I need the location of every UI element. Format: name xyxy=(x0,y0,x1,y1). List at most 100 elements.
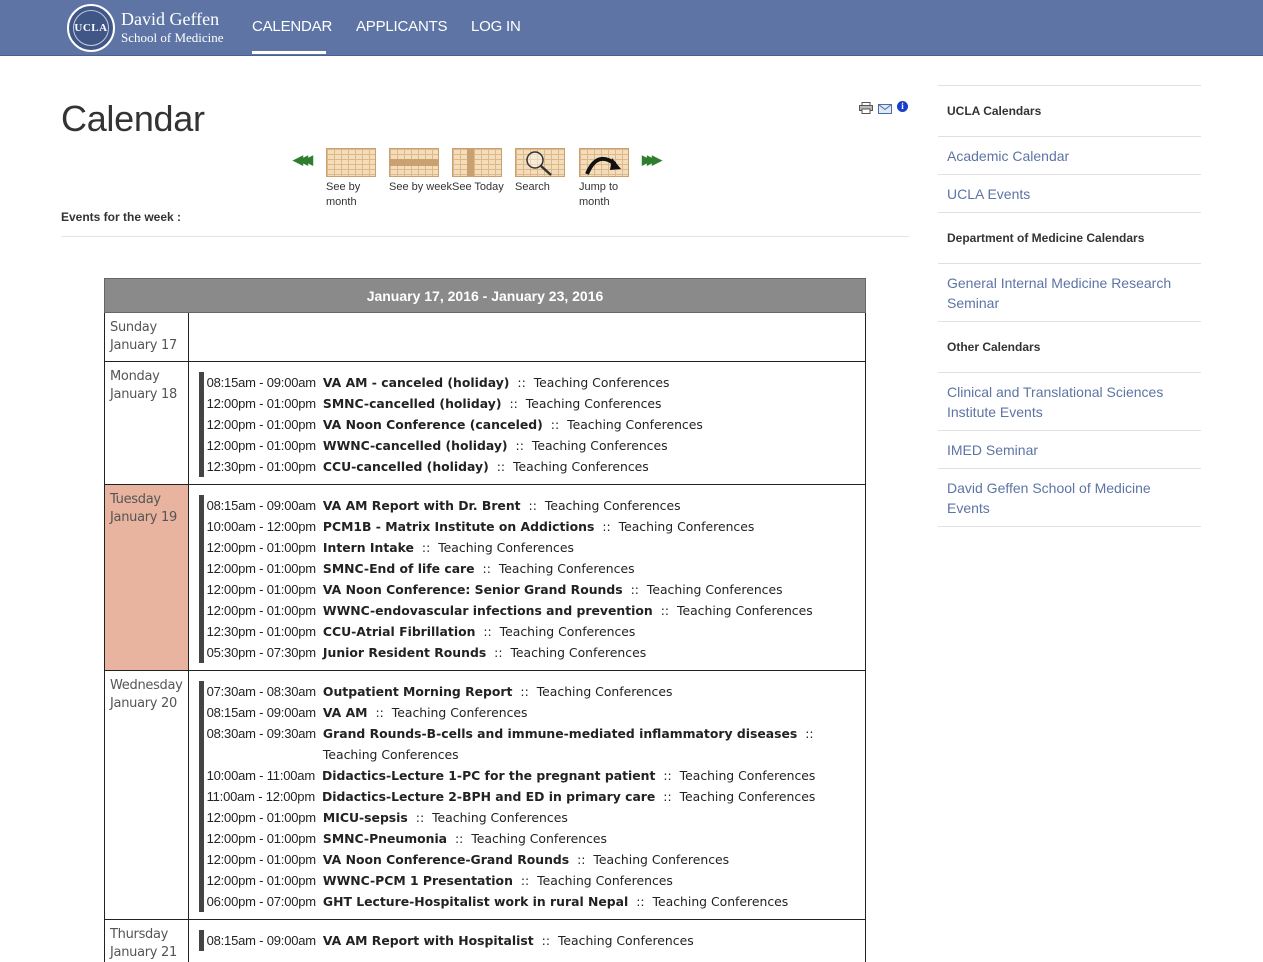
event-item[interactable]: 12:00pm - 01:00pm SMNC-End of life care :… xyxy=(198,558,855,579)
event-category: Teaching Conferences xyxy=(322,747,459,762)
event-title-link[interactable]: WWNC-endovascular infections and prevent… xyxy=(323,603,653,618)
event-body: Didactics-Lecture 2-BPH and ED in primar… xyxy=(322,786,855,807)
event-title-link[interactable]: Didactics-Lecture 2-BPH and ED in primar… xyxy=(322,789,655,804)
event-title-link[interactable]: VA AM - canceled (holiday) xyxy=(323,375,510,390)
event-title-link[interactable]: Didactics-Lecture 1-PC for the pregnant … xyxy=(322,768,655,783)
event-category: Teaching Conferences xyxy=(567,417,703,432)
search-button[interactable]: Search xyxy=(515,148,565,195)
envelope-icon[interactable] xyxy=(878,101,892,114)
event-item[interactable]: 11:00am - 12:00pm Didactics-Lecture 2-BPH… xyxy=(198,786,855,807)
sidebar-calendar-link[interactable]: Clinical and Translational Sciences Inst… xyxy=(938,372,1201,430)
date-label: January 21 xyxy=(110,945,177,960)
sidebar-calendar-link[interactable]: IMED Seminar xyxy=(938,430,1201,468)
event-title-link[interactable]: VA AM Report with Hospitalist xyxy=(323,933,534,948)
event-title-link[interactable]: VA Noon Conference-Grand Rounds xyxy=(323,852,569,867)
event-category: Teaching Conferences xyxy=(438,540,574,555)
event-category: Teaching Conferences xyxy=(679,789,816,804)
date-label: January 19 xyxy=(110,510,177,525)
event-time: 08:30am - 09:30am xyxy=(206,726,317,741)
event-item[interactable]: 12:00pm - 01:00pm Intern Intake :: Teachi… xyxy=(198,537,855,558)
event-title-link[interactable]: SMNC-cancelled (holiday) xyxy=(323,396,502,411)
event-item[interactable]: 08:15am - 09:00am VA AM Report with Dr. B… xyxy=(198,495,855,516)
event-title-link[interactable]: VA Noon Conference (canceled) xyxy=(323,417,543,432)
event-separator: :: xyxy=(415,810,425,825)
event-title-link[interactable]: MICU-sepsis xyxy=(323,810,408,825)
event-title-link[interactable]: WWNC-cancelled (holiday) xyxy=(323,438,508,453)
event-category: Teaching Conferences xyxy=(513,459,649,474)
event-item[interactable]: 12:00pm - 01:00pm WWNC-endovascular infec… xyxy=(198,600,855,621)
event-title-link[interactable]: Outpatient Morning Report xyxy=(323,684,513,699)
event-title-link[interactable]: Grand Rounds-B-cells and immune-mediated… xyxy=(323,726,797,741)
nav-calendar[interactable]: CALENDAR xyxy=(252,18,332,35)
sidebar-calendar-link[interactable]: UCLA Events xyxy=(938,174,1201,212)
event-item[interactable]: 12:00pm - 01:00pm SMNC-cancelled (holiday… xyxy=(198,393,855,414)
jump-to-month-button[interactable]: Jump to month xyxy=(579,148,629,210)
event-item[interactable]: 07:30am - 08:30am Outpatient Morning Repo… xyxy=(198,681,855,702)
day-cell-today[interactable]: Tuesday January 19 xyxy=(104,484,189,671)
sidebar-calendar-link[interactable]: Academic Calendar xyxy=(938,136,1201,174)
event-title-link[interactable]: VA Noon Conference: Senior Grand Rounds xyxy=(323,582,623,597)
event-time: 12:00pm - 01:00pm xyxy=(206,603,317,618)
day-cell[interactable]: Sunday January 17 xyxy=(104,312,189,362)
event-title-link[interactable]: Intern Intake xyxy=(323,540,414,555)
event-time: 12:00pm - 01:00pm xyxy=(206,873,317,888)
event-title-link[interactable]: SMNC-Pneumonia xyxy=(323,831,447,846)
event-separator: :: xyxy=(550,417,560,432)
day-cell[interactable]: Wednesday January 20 xyxy=(104,670,189,920)
event-title-link[interactable]: CCU-cancelled (holiday) xyxy=(323,459,489,474)
nav-applicants[interactable]: APPLICANTS xyxy=(356,18,448,35)
event-separator: :: xyxy=(541,933,550,948)
event-item[interactable]: 12:00pm - 01:00pm VA Noon Conference-Gran… xyxy=(198,849,855,870)
school-logo[interactable]: UCLA David Geffen School of Medicine xyxy=(67,4,224,52)
event-title-link[interactable]: VA AM Report with Dr. Brent xyxy=(323,498,521,513)
event-item[interactable]: 08:15am - 09:00am VA AM :: Teaching Confe… xyxy=(198,702,855,723)
event-item[interactable]: 10:00am - 11:00am Didactics-Lecture 1-PC … xyxy=(198,765,855,786)
see-by-week-button[interactable]: See by week xyxy=(389,148,452,195)
event-item[interactable]: 10:00am - 12:00pm PCM1B - Matrix Institut… xyxy=(198,516,855,537)
event-item[interactable]: 12:00pm - 01:00pm SMNC-Pneumonia :: Teach… xyxy=(198,828,855,849)
event-separator: :: xyxy=(663,789,672,804)
day-cell[interactable]: Thursday January 21 xyxy=(104,919,189,962)
sidebar-calendar-link[interactable]: David Geffen School of Medicine Events xyxy=(938,468,1201,527)
event-item[interactable]: 12:30pm - 01:00pm CCU-Atrial Fibrillation… xyxy=(198,621,855,642)
previous-week-arrows-icon[interactable]: ◀◀◀ xyxy=(293,152,313,168)
event-item[interactable]: 06:00pm - 07:00pm GHT Lecture-Hospitalist… xyxy=(198,891,855,912)
event-title-link[interactable]: PCM1B - Matrix Institute on Addictions xyxy=(323,519,594,534)
see-today-button[interactable]: See Today xyxy=(452,148,504,195)
event-title-link[interactable]: Junior Resident Rounds xyxy=(323,645,486,660)
event-category: Teaching Conferences xyxy=(677,603,813,618)
day-cell[interactable]: Monday January 18 xyxy=(104,361,189,485)
see-by-month-label-line-2: month xyxy=(326,196,357,208)
events-cell: 08:15am - 09:00am VA AM - canceled (holid… xyxy=(187,361,867,485)
next-week-arrows-icon[interactable]: ▶▶▶ xyxy=(642,152,662,168)
event-item[interactable]: 05:30pm - 07:30pm Junior Resident Rounds … xyxy=(198,642,855,663)
see-by-month-button[interactable]: See by month xyxy=(326,148,376,210)
event-item[interactable]: 12:00pm - 01:00pm MICU-sepsis :: Teaching… xyxy=(198,807,855,828)
printer-icon[interactable] xyxy=(859,101,873,114)
event-body: VA Noon Conference-Grand Rounds :: Teach… xyxy=(323,849,855,870)
event-title-link[interactable]: GHT Lecture-Hospitalist work in rural Ne… xyxy=(323,894,628,909)
event-item[interactable]: 08:30am - 09:30am Grand Rounds-B-cells an… xyxy=(198,723,855,765)
event-time: 12:30pm - 01:00pm xyxy=(206,624,317,639)
event-item[interactable]: 12:30pm - 01:00pm CCU-cancelled (holiday)… xyxy=(198,456,855,477)
event-title-link[interactable]: VA AM xyxy=(323,705,368,720)
event-body: CCU-cancelled (holiday) :: Teaching Conf… xyxy=(323,456,855,477)
event-item[interactable]: 12:00pm - 01:00pm VA Noon Conference (can… xyxy=(198,414,855,435)
today-grid-icon xyxy=(452,148,502,177)
event-item[interactable]: 12:00pm - 01:00pm VA Noon Conference: Sen… xyxy=(198,579,855,600)
event-item[interactable]: 08:15am - 09:00am VA AM - canceled (holid… xyxy=(198,372,855,393)
event-item[interactable]: 08:15am - 09:00am VA AM Report with Hospi… xyxy=(198,930,855,951)
event-item[interactable]: 12:00pm - 01:00pm WWNC-cancelled (holiday… xyxy=(198,435,855,456)
sidebar: UCLA Calendars Academic Calendar UCLA Even… xyxy=(938,85,1201,527)
sidebar-calendar-link[interactable]: General Internal Medicine Research Semin… xyxy=(938,263,1201,321)
event-title-link[interactable]: WWNC-PCM 1 Presentation xyxy=(323,873,513,888)
weekday-label: Sunday xyxy=(110,320,157,335)
event-category: Teaching Conferences xyxy=(498,561,635,576)
event-item[interactable]: 12:00pm - 01:00pm WWNC-PCM 1 Presentation… xyxy=(198,870,855,891)
event-title-link[interactable]: SMNC-End of life care xyxy=(323,561,475,576)
event-title-link[interactable]: CCU-Atrial Fibrillation xyxy=(323,624,475,639)
info-icon[interactable]: i xyxy=(897,101,908,112)
event-category: Teaching Conferences xyxy=(536,684,673,699)
logo-line-2: School of Medicine xyxy=(121,30,224,45)
nav-log-in[interactable]: LOG IN xyxy=(471,18,521,35)
